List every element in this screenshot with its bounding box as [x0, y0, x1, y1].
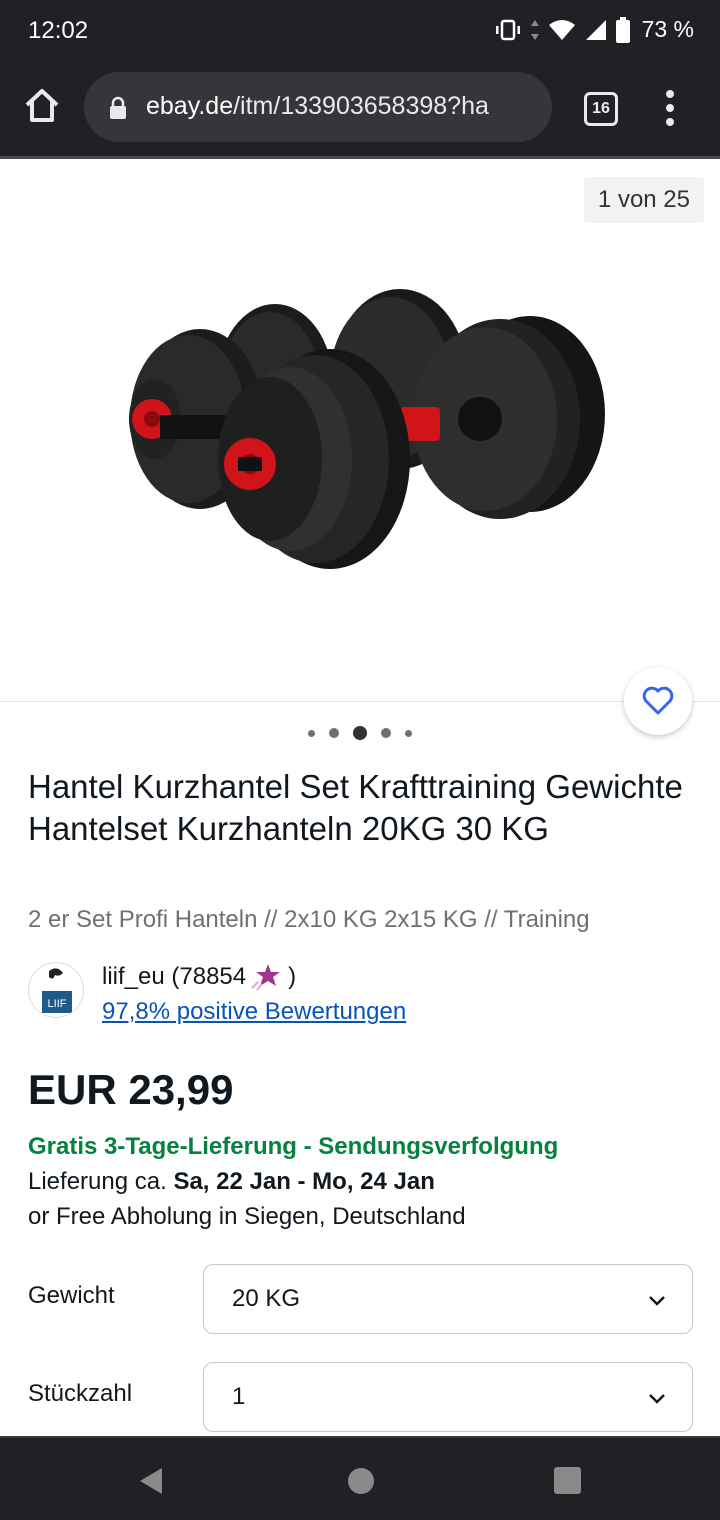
vibrate-icon [495, 19, 520, 40]
pagination-dot-active[interactable] [353, 726, 367, 740]
shipping-info: Gratis 3-Tage-Lieferung - Sendungsverfol… [28, 1133, 559, 1160]
image-gallery[interactable]: 1 von 25 [0, 159, 720, 701]
weight-select[interactable]: 20 KG [203, 1264, 693, 1334]
pickup-info: or Free Abholung in Siegen, Deutschland [28, 1203, 466, 1230]
back-icon[interactable] [138, 1466, 164, 1496]
gallery-pagination [0, 724, 720, 742]
system-nav-bar [0, 1436, 720, 1520]
menu-dot-icon [666, 118, 674, 126]
tab-switcher-button[interactable]: 16 [584, 92, 618, 126]
quantity-select-value: 1 [232, 1383, 246, 1410]
menu-dot-icon [666, 90, 674, 98]
status-time: 12:02 [28, 17, 89, 44]
delivery-dates: Sa, 22 Jan - Mo, 24 Jan [173, 1168, 435, 1195]
seller-logo-text: LIIF [48, 998, 67, 1010]
recents-icon[interactable] [554, 1467, 581, 1494]
home-nav-icon[interactable] [348, 1468, 374, 1494]
home-button[interactable] [22, 86, 62, 126]
listing-subtitle: 2 er Set Profi Hanteln // 2x10 KG 2x15 K… [28, 906, 590, 933]
quantity-select[interactable]: 1 [203, 1362, 693, 1432]
overflow-menu-button[interactable] [662, 90, 678, 126]
variation-label-quantity: Stückzahl [28, 1380, 133, 1407]
chevron-down-icon [649, 1394, 665, 1404]
gallery-divider [0, 701, 720, 702]
address-bar[interactable]: ebay.de/itm/133903658398?ha [84, 72, 552, 142]
image-counter: 1 von 25 [583, 177, 704, 223]
weight-select-value: 20 KG [232, 1285, 301, 1312]
status-bar: 12:02 73 % [0, 0, 720, 60]
variation-label-weight: Gewicht [28, 1282, 115, 1309]
menu-dot-icon [666, 104, 674, 112]
pagination-dot[interactable] [405, 729, 412, 737]
price: EUR 23,99 [28, 1066, 234, 1113]
seller-name[interactable]: liif_eu (78854) [102, 962, 296, 992]
product-image [129, 289, 605, 569]
chevron-down-icon [649, 1296, 665, 1306]
seller-name-close: ) [288, 963, 297, 990]
url-host: ebay.de [146, 92, 234, 120]
browser-toolbar: ebay.de/itm/133903658398?ha 16 [0, 60, 720, 156]
heart-icon [642, 686, 674, 715]
delivery-estimate: Lieferung ca. Sa, 22 Jan - Mo, 24 Jan [28, 1168, 435, 1196]
star-icon [251, 964, 281, 991]
listing-title: Hantel Kurzhantel Set Krafttraining Gewi… [28, 768, 683, 847]
seller-feedback-link[interactable]: 97,8% positive Bewertungen [102, 998, 406, 1026]
delivery-prefix: Lieferung ca. [28, 1168, 174, 1195]
pagination-dot[interactable] [381, 728, 391, 738]
seller-avatar[interactable]: LIIF [28, 962, 84, 1018]
seller-info[interactable]: LIIF liif_eu (78854) 97,8% positive Bewe… [28, 960, 696, 1030]
url-text: ebay.de/itm/133903658398?ha [146, 92, 542, 121]
seller-name-text: liif_eu (78854 [102, 963, 247, 990]
battery-icon [615, 16, 630, 43]
home-icon [25, 89, 59, 122]
status-icons: 73 % [494, 16, 694, 43]
wifi-icon [548, 19, 575, 40]
seller-logo-icon: LIIF [42, 968, 72, 1013]
pagination-dot[interactable] [308, 729, 315, 737]
data-arrows-icon [530, 19, 539, 40]
lock-icon [110, 96, 126, 119]
url-path: /itm/133903658398?ha [233, 92, 489, 120]
battery-percent: 73 % [641, 16, 694, 42]
cell-signal-icon [585, 19, 606, 40]
pagination-dot[interactable] [329, 728, 339, 738]
